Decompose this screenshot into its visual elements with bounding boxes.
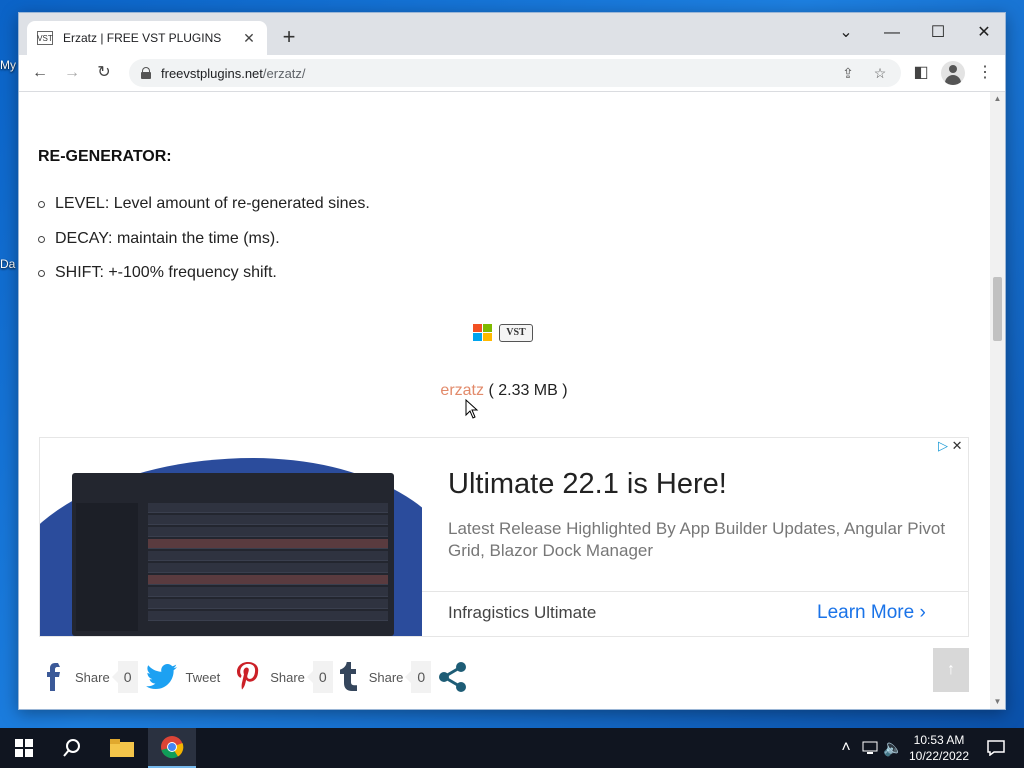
side-panel-icon[interactable]: ◧ [909,61,933,85]
twitter-share-button[interactable]: Tweet [144,663,229,691]
scrollbar-thumb[interactable] [993,277,1002,341]
list-item: LEVEL: Level amount of re-generated sine… [38,195,370,230]
profile-avatar-icon[interactable] [941,61,965,85]
notifications-icon[interactable] [972,728,1020,768]
scroll-to-top-button[interactable]: ↑ [933,648,969,692]
search-icon[interactable] [48,728,96,768]
ad-choices-icon[interactable]: ▷ ✕ [938,438,963,454]
show-hidden-icons-chevron-icon[interactable]: ˄ [836,728,856,768]
lock-icon[interactable] [141,67,151,79]
more-share-button[interactable] [437,661,469,693]
system-clock[interactable]: 10:53 AM 10/22/2022 [900,732,978,764]
site-favicon-icon: VST [37,31,53,45]
ad-brand[interactable]: Infragistics Ultimate [448,603,596,623]
twitter-icon [145,664,177,689]
start-button[interactable] [0,728,48,768]
windows-logo-icon [473,324,493,342]
minimize-icon[interactable]: — [869,19,915,47]
maximize-icon[interactable]: ☐ [915,19,961,47]
menu-kebab-icon[interactable]: ⋮ [973,61,997,85]
tab-search-chevron-icon[interactable]: ⌄ [823,19,869,47]
network-icon[interactable] [858,728,882,768]
browser-tab[interactable]: VST Erzatz | FREE VST PLUGINS ✕ [27,21,267,55]
tab-title: Erzatz | FREE VST PLUGINS [63,31,222,45]
bookmark-star-icon[interactable]: ☆ [868,59,892,87]
tumblr-icon [339,662,357,691]
section-heading: RE-GENERATOR: [38,148,172,165]
address-bar[interactable]: freevstplugins.net/erzatz/ ⇪ ☆ [129,59,901,87]
share-bar: Share 0 Tweet Share 0 Share 0 [43,657,475,697]
mouse-cursor-icon [465,399,479,419]
facebook-icon [47,663,60,691]
desktop-icon-label[interactable]: Da [0,257,15,271]
file-explorer-icon[interactable] [98,728,146,768]
ad-headline[interactable]: Ultimate 22.1 is Here! [448,468,727,501]
ad-description[interactable]: Latest Release Highlighted By App Builde… [448,518,948,562]
browser-window: VST Erzatz | FREE VST PLUGINS ✕ + ⌄ — ☐ … [18,12,1006,710]
list-item: DECAY: maintain the time (ms). [38,230,370,265]
list-item: SHIFT: +-100% frequency shift. [38,264,370,299]
ad-product-image[interactable] [40,438,422,636]
desktop-icon-label[interactable]: My [0,58,16,72]
download-line: erzatz ( 2.33 MB ) [19,382,989,400]
tab-strip: VST Erzatz | FREE VST PLUGINS ✕ + ⌄ — ☐ … [19,13,1005,55]
windows-taskbar: ˄ 🔈 10:53 AM 10/22/2022 [0,728,1024,768]
page-scrollbar[interactable]: ▲ ▼ [990,92,1005,709]
tab-close-icon[interactable]: ✕ [241,30,257,47]
download-link[interactable]: erzatz [440,382,484,399]
advertisement-banner[interactable]: Ultimate 22.1 is Here! Latest Release Hi… [39,437,969,637]
tumblr-share-button[interactable]: Share 0 [339,661,432,693]
vst-logo-icon: VST [499,324,533,342]
chrome-taskbar-icon[interactable] [148,728,196,768]
pinterest-icon [237,662,259,690]
parameter-list: LEVEL: Level amount of re-generated sine… [38,195,370,299]
share-nodes-icon [439,662,467,692]
back-arrow-icon[interactable]: ← [28,61,52,85]
scroll-up-arrow-icon[interactable]: ▲ [990,92,1005,106]
share-count: 0 [306,661,333,693]
ad-close-icon[interactable]: ✕ [952,438,963,453]
url-text: freevstplugins.net/erzatz/ [161,65,306,81]
new-tab-icon[interactable]: + [277,26,301,50]
share-page-icon[interactable]: ⇪ [836,59,860,87]
pinterest-share-button[interactable]: Share 0 [234,661,333,693]
scroll-down-arrow-icon[interactable]: ▼ [990,695,1005,709]
window-close-icon[interactable]: ✕ [961,19,1007,47]
file-size: ( 2.33 MB ) [484,382,568,399]
share-count: 0 [405,661,432,693]
share-count: 0 [111,661,138,693]
learn-more-button[interactable]: Learn More › [817,602,926,624]
reload-icon[interactable]: ↻ [92,61,116,85]
page-content: RE-GENERATOR: LEVEL: Level amount of re-… [19,92,989,709]
browser-toolbar: ← → ↻ freevstplugins.net/erzatz/ ⇪ ☆ ◧ ⋮ [19,55,1005,92]
windows-start-icon [15,739,33,757]
forward-arrow-icon[interactable]: → [60,61,84,85]
facebook-share-button[interactable]: Share 0 [43,661,138,693]
platform-icons: VST [473,324,533,342]
